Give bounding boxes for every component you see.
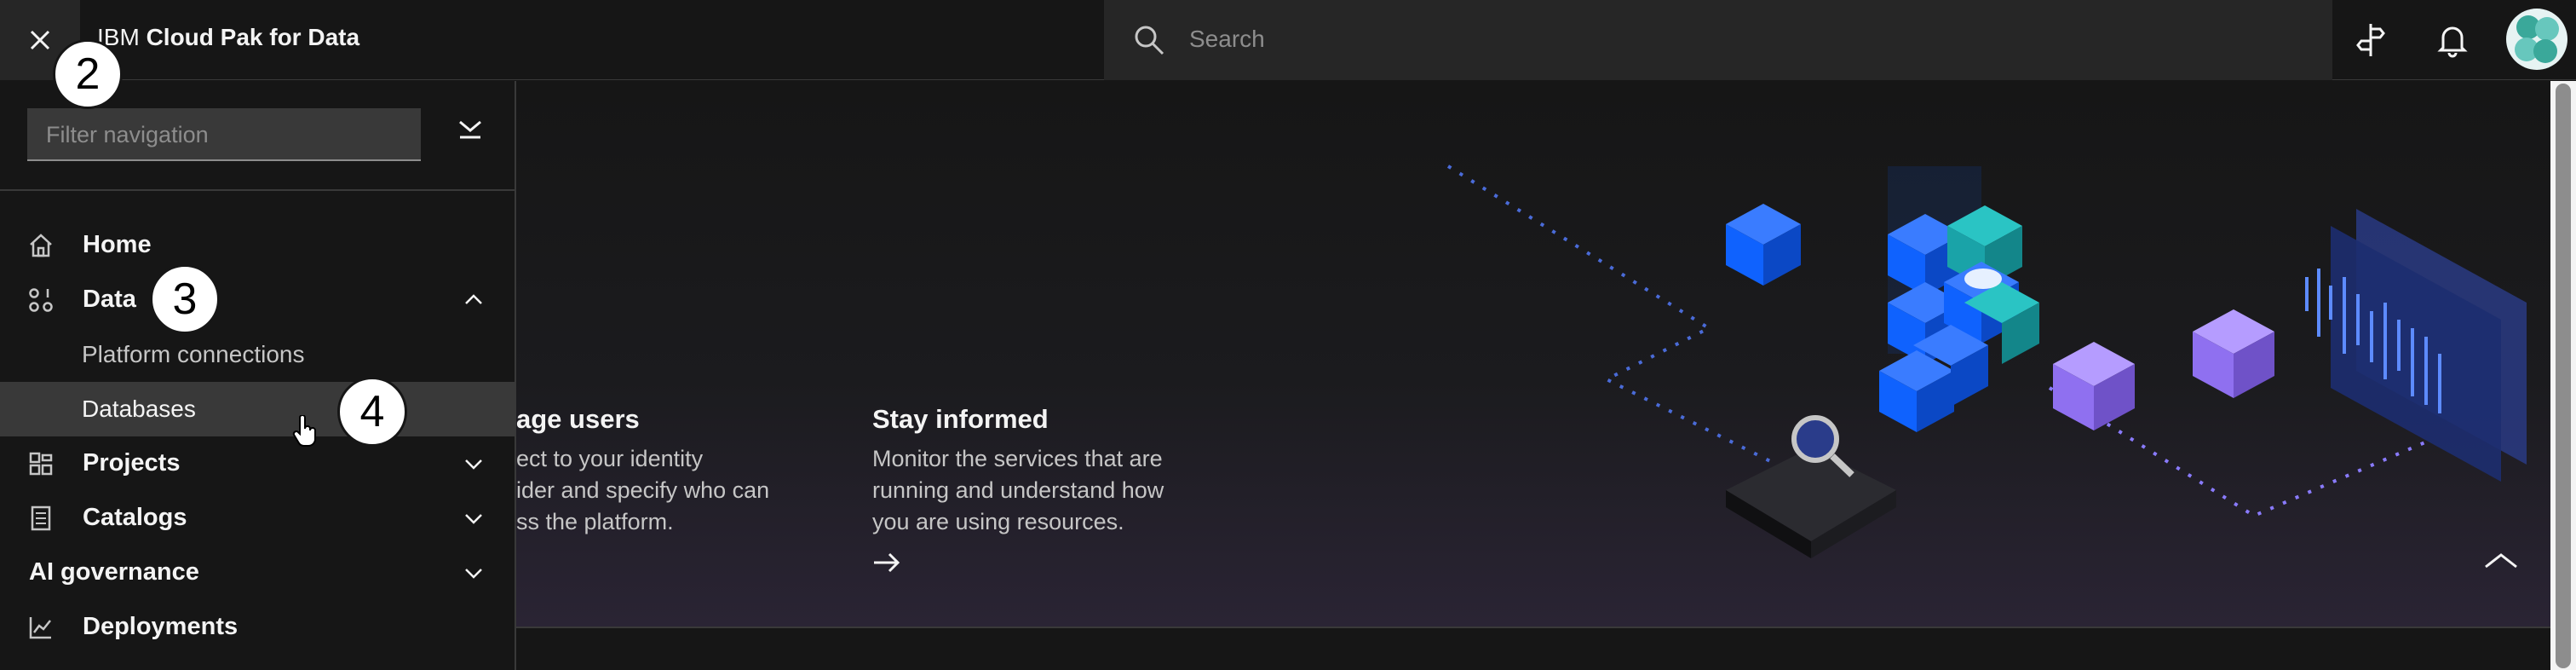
deployments-icon [29, 617, 51, 639]
sidebar-item-data[interactable]: Data [0, 273, 515, 327]
manage-users-tile-desc: ect to your identity ider and specify wh… [516, 443, 857, 538]
desc-line: running and understand how [872, 477, 1164, 503]
hand-pointer-icon [292, 415, 316, 447]
close-icon [30, 30, 50, 50]
global-search[interactable]: Search [1104, 0, 2332, 80]
home-icon [30, 234, 52, 257]
sidebar-item-databases[interactable]: Databases [0, 382, 515, 436]
app-brand[interactable]: IBM Cloud Pak for Data [97, 24, 359, 51]
chevron-down-icon [465, 569, 482, 579]
hero-illustration [1446, 165, 2527, 569]
chevron-down-icon [465, 459, 482, 470]
user-avatar[interactable] [2506, 9, 2567, 70]
notification-bell-icon[interactable] [2433, 20, 2472, 60]
sidebar-item-label: Databases [82, 396, 196, 422]
filter-placeholder: Filter navigation [46, 122, 209, 147]
sidebar-item-label: Deployments [83, 613, 239, 640]
top-header: IBM Cloud Pak for Data Search [0, 0, 2576, 80]
search-icon [1135, 26, 1164, 55]
desc-line: ider and specify who can [516, 477, 770, 503]
sidebar-item-ai-governance[interactable]: AI governance [0, 546, 515, 600]
brand-name: Cloud Pak for Data [146, 24, 360, 50]
sidebar-item-label: Platform connections [82, 341, 305, 367]
step-marker: 2 [53, 39, 123, 109]
stay-informed-tile-desc: Monitor the services that are running an… [872, 443, 1213, 538]
step-marker: 3 [150, 264, 220, 334]
desc-line: ss the platform. [516, 509, 674, 534]
catalogs-icon [31, 505, 51, 531]
avatar-graphic-icon [2515, 15, 2559, 63]
desc-line: Monitor the services that are [872, 446, 1163, 471]
signpost-icon[interactable] [2351, 20, 2390, 60]
desc-line: ect to your identity [516, 446, 704, 471]
sidebar-item-label: Data [83, 286, 136, 313]
main-content [516, 81, 2550, 627]
sidebar-item-platform-connections[interactable]: Platform connections [0, 327, 515, 382]
step-marker: 4 [337, 377, 407, 447]
filter-navigation-input[interactable]: Filter navigation [27, 108, 421, 161]
sidebar-item-home[interactable]: Home [0, 218, 515, 273]
data-icon [29, 288, 53, 312]
collapse-all-icon[interactable] [457, 117, 484, 141]
sidebar-item-projects[interactable]: Projects [0, 436, 515, 491]
sidebar-item-label: Projects [83, 449, 181, 477]
sidebar-item-label: Catalogs [83, 504, 187, 531]
sidebar-separator [0, 189, 515, 191]
desc-line: you are using resources. [872, 509, 1124, 534]
projects-icon [29, 452, 53, 476]
sidebar-item-label: AI governance [29, 558, 199, 586]
sidebar-item-catalogs[interactable]: Catalogs [0, 491, 515, 546]
sidebar-item-label: Home [83, 231, 152, 258]
search-input[interactable]: Search [1189, 26, 1265, 53]
arrow-right-icon[interactable] [872, 551, 901, 575]
manage-users-tile-title[interactable]: age users [516, 404, 640, 435]
scrollbar-thumb[interactable] [2556, 84, 2571, 668]
chevron-down-icon [465, 514, 482, 524]
chevron-up-icon [465, 294, 482, 304]
content-divider [516, 627, 2550, 628]
stay-informed-tile-title[interactable]: Stay informed [872, 404, 1049, 435]
sidebar-item-deployments[interactable]: Deployments [0, 600, 515, 655]
side-navigation: Filter navigation Home Data Platform con… [0, 81, 516, 670]
